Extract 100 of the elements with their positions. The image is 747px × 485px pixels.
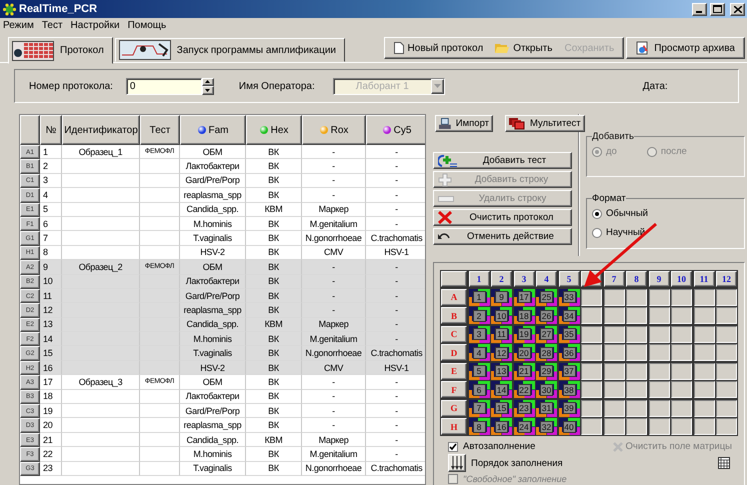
plate-well[interactable]: 18 <box>514 307 534 324</box>
plate-well[interactable]: 21 <box>514 362 534 380</box>
plate-well[interactable] <box>648 344 670 361</box>
plate-well[interactable]: 1 <box>468 288 490 306</box>
plate-well[interactable]: 37 <box>558 362 580 380</box>
plate-well[interactable] <box>671 362 692 380</box>
plate-well[interactable] <box>694 288 714 306</box>
plate-well[interactable]: 28 <box>536 344 557 361</box>
plate-well[interactable] <box>716 326 737 342</box>
protocol-number-field[interactable]: 0 <box>126 78 202 94</box>
tab[interactable]: Протокол <box>8 37 113 64</box>
plate-well[interactable]: 36 <box>558 344 580 361</box>
plate-well[interactable]: 22 <box>514 381 534 398</box>
plate-well[interactable] <box>671 400 692 416</box>
plate-well[interactable] <box>694 400 714 416</box>
plate-well[interactable]: 8 <box>468 418 490 435</box>
plate-well[interactable]: 40 <box>558 418 580 435</box>
plate-well[interactable] <box>716 362 737 380</box>
plate-well[interactable] <box>581 362 602 380</box>
plate-well[interactable] <box>626 400 647 416</box>
toolbar-button[interactable]: Импорт <box>435 115 493 132</box>
plate-well[interactable]: 30 <box>536 381 557 398</box>
menu-item[interactable]: Настройки <box>70 20 120 30</box>
plate-well[interactable]: 29 <box>536 362 557 380</box>
plate-well[interactable]: 25 <box>536 288 557 306</box>
plate-well[interactable] <box>581 326 602 342</box>
plate-well[interactable]: 15 <box>491 400 512 416</box>
plate-well[interactable]: 39 <box>558 400 580 416</box>
plate-well[interactable]: 2 <box>468 307 490 324</box>
radio-button[interactable] <box>592 228 602 238</box>
plate-well[interactable]: 16 <box>491 418 512 435</box>
plate-well[interactable]: 24 <box>514 418 534 435</box>
plate-well[interactable]: 35 <box>558 326 580 342</box>
plate-well[interactable]: 17 <box>514 288 534 306</box>
plate-well[interactable] <box>716 400 737 416</box>
plate-well[interactable] <box>671 288 692 306</box>
menu-item[interactable]: Тест <box>42 20 63 30</box>
plate-well[interactable] <box>648 400 670 416</box>
plate-well[interactable] <box>626 326 647 342</box>
plate-well[interactable]: 3 <box>468 326 490 342</box>
plate-well[interactable] <box>604 326 624 342</box>
menu-item[interactable]: Режим <box>3 20 34 30</box>
plate-well[interactable]: 34 <box>558 307 580 324</box>
plate-well[interactable]: 19 <box>514 326 534 342</box>
maximize-button[interactable] <box>710 2 725 16</box>
plate-well[interactable]: 33 <box>558 288 580 306</box>
plate-well[interactable]: 26 <box>536 307 557 324</box>
fill-order-button[interactable] <box>448 454 466 472</box>
minimize-button[interactable] <box>692 2 707 16</box>
grid-icon[interactable] <box>718 457 730 469</box>
plate-well[interactable]: 7 <box>468 400 490 416</box>
plate-well[interactable]: 4 <box>468 344 490 361</box>
plate-well[interactable] <box>604 418 624 435</box>
plate-well[interactable] <box>604 307 624 324</box>
menu-item[interactable]: Помощь <box>128 20 166 30</box>
plate-well[interactable] <box>581 400 602 416</box>
action-button[interactable]: Отменить действие <box>433 228 572 245</box>
plate-well[interactable] <box>648 418 670 435</box>
toolbar-button[interactable]: Новый протокол <box>388 40 488 56</box>
plate-well[interactable]: 32 <box>536 418 557 435</box>
action-button[interactable]: Добавить тест <box>433 152 572 169</box>
plate-well[interactable] <box>694 418 714 435</box>
plate-well[interactable]: 23 <box>514 400 534 416</box>
plate-well[interactable]: 27 <box>536 326 557 342</box>
plate-well[interactable] <box>694 307 714 324</box>
plate-well[interactable]: 14 <box>491 381 512 398</box>
plate-well[interactable] <box>604 288 624 306</box>
plate-well[interactable]: 31 <box>536 400 557 416</box>
radio-button[interactable] <box>592 208 602 218</box>
plate-well[interactable] <box>626 288 647 306</box>
plate-well[interactable]: 38 <box>558 381 580 398</box>
spin-up-button[interactable] <box>202 78 214 86</box>
toolbar-button[interactable]: Открыть <box>490 40 558 56</box>
plate-well[interactable] <box>604 362 624 380</box>
plate-well[interactable]: 9 <box>491 288 512 306</box>
plate-well[interactable] <box>694 381 714 398</box>
plate-well[interactable] <box>694 326 714 342</box>
spin-down-button[interactable] <box>202 86 214 94</box>
plate-well[interactable] <box>626 362 647 380</box>
toolbar-button[interactable]: Просмотр архива <box>631 39 740 57</box>
plate-well[interactable]: 20 <box>514 344 534 361</box>
close-button[interactable] <box>730 2 745 16</box>
plate-well[interactable] <box>694 362 714 380</box>
plate-well[interactable]: 10 <box>491 307 512 324</box>
tab[interactable]: Запуск программы амплификации <box>114 38 346 62</box>
plate-well[interactable] <box>648 326 670 342</box>
plate-well[interactable]: 6 <box>468 381 490 398</box>
plate-well[interactable] <box>648 307 670 324</box>
plate-well[interactable] <box>648 362 670 380</box>
plate-well[interactable] <box>604 400 624 416</box>
plate-well[interactable] <box>694 344 714 361</box>
plate-well[interactable] <box>716 288 737 306</box>
plate-well[interactable] <box>581 288 602 306</box>
plate-well[interactable]: 13 <box>491 362 512 380</box>
action-button[interactable]: Очистить протокол <box>433 209 572 226</box>
plate-well[interactable] <box>604 344 624 361</box>
toolbar-button[interactable]: Мультитест <box>505 115 585 132</box>
plate-well[interactable] <box>648 381 670 398</box>
plate-well[interactable] <box>648 288 670 306</box>
plate-well[interactable]: 11 <box>491 326 512 342</box>
